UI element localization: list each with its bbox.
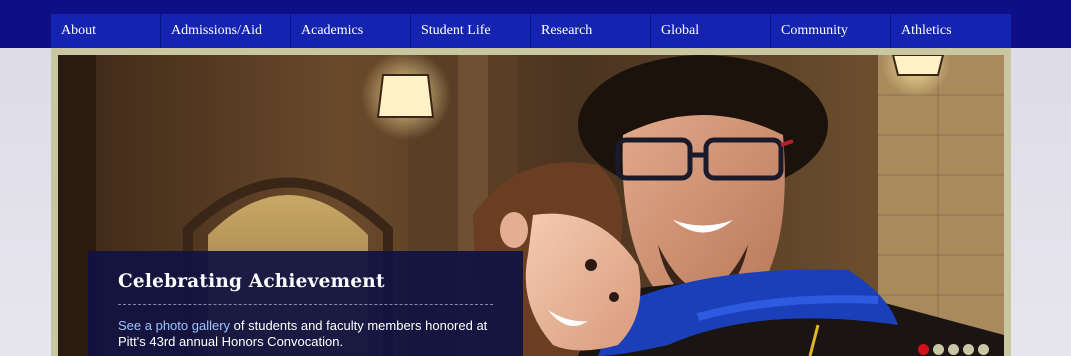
nav-item-athletics[interactable]: Athletics bbox=[891, 14, 1011, 48]
nav-item-student-life[interactable]: Student Life bbox=[411, 14, 531, 48]
slide-dot-1[interactable] bbox=[918, 344, 929, 355]
slide-dot-4[interactable] bbox=[963, 344, 974, 355]
hero-caption: Celebrating Achievement See a photo gall… bbox=[88, 251, 523, 356]
caption-text: See a photo gallery of students and facu… bbox=[118, 318, 493, 350]
slide-dot-3[interactable] bbox=[948, 344, 959, 355]
main-nav: About Admissions/Aid Academics Student L… bbox=[51, 14, 1011, 48]
slide-indicators bbox=[918, 344, 989, 355]
slide-dot-2[interactable] bbox=[933, 344, 944, 355]
slide-dot-5[interactable] bbox=[978, 344, 989, 355]
caption-title: Celebrating Achievement bbox=[118, 271, 493, 305]
nav-item-about[interactable]: About bbox=[51, 14, 161, 48]
nav-item-global[interactable]: Global bbox=[651, 14, 771, 48]
nav-item-research[interactable]: Research bbox=[531, 14, 651, 48]
photo-gallery-link[interactable]: See a photo gallery bbox=[118, 318, 230, 333]
nav-item-admissions-aid[interactable]: Admissions/Aid bbox=[161, 14, 291, 48]
nav-item-community[interactable]: Community bbox=[771, 14, 891, 48]
nav-item-academics[interactable]: Academics bbox=[291, 14, 411, 48]
